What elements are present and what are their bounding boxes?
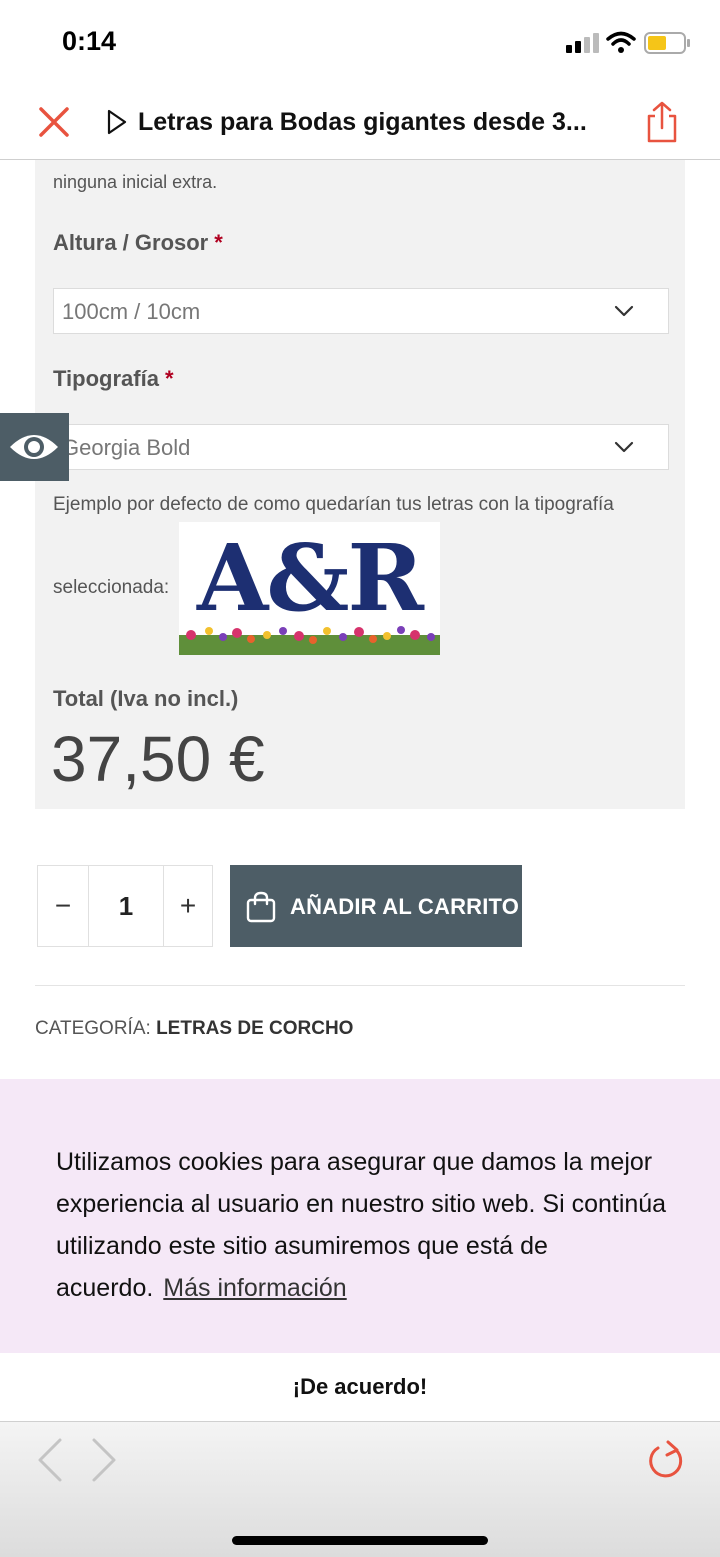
category-link[interactable]: LETRAS DE CORCHO bbox=[156, 1018, 353, 1039]
add-to-cart-button[interactable]: AÑADIR AL CARRITO bbox=[230, 865, 522, 947]
chevron-down-icon bbox=[614, 441, 634, 453]
bag-icon bbox=[246, 891, 276, 923]
status-bar: 0:14 bbox=[0, 0, 720, 88]
height-select[interactable]: 100cm / 10cm bbox=[53, 288, 669, 334]
add-to-cart-label: AÑADIR AL CARRITO bbox=[290, 894, 520, 919]
total-label: Total (Iva no incl.) bbox=[53, 686, 239, 711]
font-label: Tipografía * bbox=[53, 366, 174, 392]
quantity-input[interactable]: 1 bbox=[89, 866, 163, 946]
flowers-decoration bbox=[179, 626, 440, 655]
battery-icon bbox=[644, 32, 690, 54]
back-icon[interactable] bbox=[36, 1436, 64, 1484]
forward-icon[interactable] bbox=[90, 1436, 118, 1484]
selected-text: seleccionada: bbox=[53, 577, 170, 598]
status-time: 0:14 bbox=[62, 26, 117, 56]
quantity-plus-button[interactable]: + bbox=[163, 866, 212, 946]
cookie-message: Utilizamos cookies para asegurar que dam… bbox=[56, 1148, 667, 1302]
cookie-text: Utilizamos cookies para asegurar que dam… bbox=[56, 1141, 676, 1309]
wifi-icon bbox=[606, 31, 636, 53]
example-text: Ejemplo por defecto de como quedarían tu… bbox=[53, 494, 614, 515]
chevron-down-icon bbox=[614, 305, 634, 317]
height-select-value: 100cm / 10cm bbox=[62, 299, 201, 324]
quantity-stepper: − 1 + bbox=[37, 865, 213, 947]
eye-icon bbox=[10, 435, 58, 459]
close-icon[interactable] bbox=[36, 104, 72, 140]
home-indicator bbox=[232, 1536, 488, 1545]
page-title: Letras para Bodas gigantes desde 3... bbox=[138, 108, 587, 136]
font-select[interactable]: Georgia Bold bbox=[53, 424, 669, 470]
cookie-accept-button[interactable]: ¡De acuerdo! bbox=[0, 1353, 720, 1421]
required-mark: * bbox=[164, 366, 174, 391]
required-mark: * bbox=[214, 230, 223, 255]
category-line: CATEGORÍA: LETRAS DE CORCHO bbox=[35, 1018, 353, 1040]
accessibility-tab[interactable] bbox=[0, 413, 69, 481]
category-label: CATEGORÍA: bbox=[35, 1018, 151, 1039]
height-label: Altura / Grosor * bbox=[53, 230, 223, 256]
font-select-value: Georgia Bold bbox=[62, 435, 191, 460]
more-info-link[interactable]: Más información bbox=[163, 1274, 346, 1302]
height-label-text: Altura / Grosor bbox=[53, 230, 209, 255]
note-text: ninguna inicial extra. bbox=[53, 172, 218, 192]
divider bbox=[35, 985, 685, 986]
sample-letters: A&R bbox=[197, 524, 424, 632]
share-icon[interactable] bbox=[640, 100, 684, 144]
font-label-text: Tipografía bbox=[53, 366, 159, 391]
browser-header: Letras para Bodas gigantes desde 3... bbox=[0, 88, 720, 160]
browser-toolbar bbox=[0, 1421, 720, 1557]
cookie-banner: Utilizamos cookies para asegurar que dam… bbox=[0, 1079, 720, 1353]
signal-icon bbox=[566, 33, 600, 53]
reload-icon[interactable] bbox=[646, 1438, 686, 1482]
font-sample-image: A&R bbox=[179, 522, 440, 655]
product-options-panel: ninguna inicial extra. Altura / Grosor * … bbox=[35, 160, 685, 809]
play-icon bbox=[107, 109, 127, 135]
quantity-minus-button[interactable]: − bbox=[38, 866, 89, 946]
total-price: 37,50 € bbox=[51, 723, 265, 795]
